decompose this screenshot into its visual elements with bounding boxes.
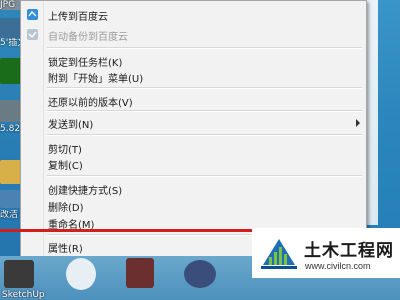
menu-item-auto-backup-baidu[interactable]: 自动备份到百度云 <box>21 25 366 45</box>
menu-item-pin-start[interactable]: 附到「开始」菜单(U) <box>21 67 366 87</box>
menu-item-label: 属性(R) <box>48 244 83 255</box>
desktop-icon-column: JPG 5'插文 5.82 改洁 <box>0 0 22 300</box>
program-icon[interactable] <box>66 258 96 290</box>
desktop-icon-shortcut[interactable] <box>0 190 22 208</box>
context-menu: 上传到百度云 自动备份到百度云 锁定到任务栏(K) 附到「开始」菜单(U) 还原… <box>20 0 367 264</box>
submenu-arrow-icon <box>356 119 360 127</box>
menu-separator <box>47 47 362 49</box>
taskbar-item-label: SketchUp <box>2 290 45 300</box>
menu-item-label: 还原以前的版本(V) <box>48 98 133 109</box>
menu-separator <box>47 87 362 89</box>
menu-separator <box>47 134 362 136</box>
desktop-icon-document[interactable] <box>0 18 22 38</box>
desktop-icon-label: 改洁 <box>0 210 19 220</box>
menu-item-label: 创建快捷方式(S) <box>48 186 123 197</box>
menu-item-label: 上传到百度云 <box>48 12 108 23</box>
watermark-title: 土木工程网 <box>304 241 394 261</box>
site-watermark: 土木工程网 www.civilcn.com <box>252 228 400 278</box>
sketchup-icon[interactable] <box>4 260 34 288</box>
menu-item-upload-baidu-cloud[interactable]: 上传到百度云 <box>21 5 366 25</box>
menu-item-copy[interactable]: 复制(C) <box>21 154 366 174</box>
program-icon[interactable] <box>184 260 216 288</box>
desktop-icon-folder[interactable] <box>0 160 22 184</box>
program-icon[interactable] <box>126 258 154 288</box>
menu-item-label: 自动备份到百度云 <box>48 32 128 43</box>
desktop-icon-label: 5.82 <box>0 124 21 134</box>
baidu-backup-icon <box>27 29 38 40</box>
baidu-cloud-icon <box>27 9 38 20</box>
menu-item-send-to[interactable]: 发送到(N) <box>21 113 366 133</box>
civilcn-logo-icon <box>261 239 297 269</box>
desktop-icon-nvidia[interactable] <box>0 58 22 84</box>
menu-separator <box>47 175 362 177</box>
desktop-icon-app[interactable] <box>0 100 22 122</box>
menu-item-label: 发送到(N) <box>48 120 94 131</box>
menu-item-label: 附到「开始」菜单(U) <box>48 74 144 85</box>
menu-item-label: 删除(D) <box>48 203 84 214</box>
desktop-icon-label: 5'插文 <box>0 38 22 48</box>
menu-separator <box>47 110 362 112</box>
watermark-url: www.civilcn.com <box>305 261 371 271</box>
menu-item-label: 复制(C) <box>48 161 83 172</box>
desktop-icon-label: JPG <box>0 0 16 10</box>
menu-item-restore-previous[interactable]: 还原以前的版本(V) <box>21 91 366 111</box>
desktop: JPG 5'插文 5.82 改洁 上传到百度云 自动备份到百度云 锁定到任务栏(… <box>0 0 400 300</box>
